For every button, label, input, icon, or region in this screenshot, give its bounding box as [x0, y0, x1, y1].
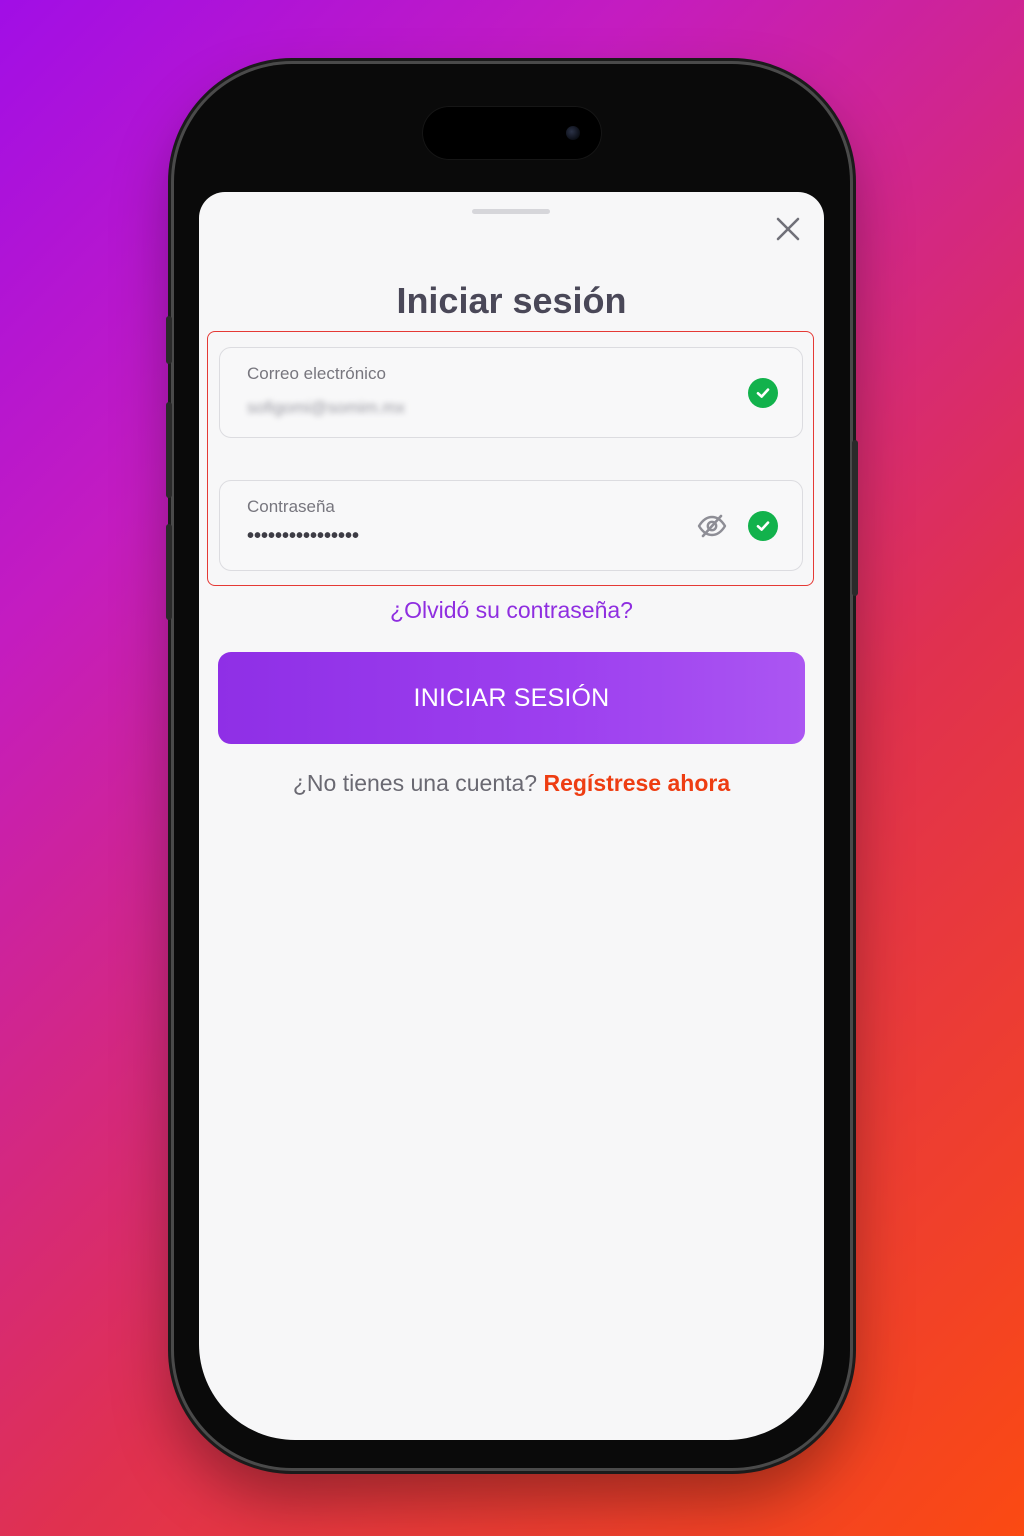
- power-button: [852, 440, 858, 596]
- close-button[interactable]: [771, 212, 805, 246]
- email-field[interactable]: Correo electrónico: [219, 347, 803, 438]
- sheet-grabber[interactable]: [472, 209, 550, 214]
- eye-off-icon[interactable]: [696, 512, 728, 540]
- dynamic-island: [422, 106, 602, 160]
- page-title: Iniciar sesión: [396, 280, 627, 321]
- no-account-text: ¿No tienes una cuenta?: [292, 770, 538, 796]
- password-field[interactable]: Contraseña ••••••••••••••••: [219, 480, 803, 571]
- action-button: [166, 316, 172, 364]
- email-input[interactable]: [247, 398, 647, 418]
- forgot-password-link[interactable]: ¿Olvidó su contraseña?: [199, 597, 824, 624]
- password-input[interactable]: ••••••••••••••••: [247, 525, 647, 548]
- volume-down-button: [166, 524, 172, 620]
- register-link[interactable]: Regístrese ahora: [543, 770, 730, 796]
- check-circle-icon: [748, 378, 778, 408]
- email-label: Correo electrónico: [247, 364, 386, 383]
- login-sheet: Iniciar sesión Correo electrónico Contra…: [199, 192, 824, 1440]
- close-icon: [776, 217, 800, 241]
- password-label: Contraseña: [247, 497, 335, 516]
- check-circle-icon: [748, 511, 778, 541]
- front-camera: [566, 126, 580, 140]
- signup-prompt: ¿No tienes una cuenta? Regístrese ahora: [199, 770, 824, 797]
- volume-up-button: [166, 402, 172, 498]
- login-button[interactable]: INICIAR SESIÓN: [218, 652, 805, 744]
